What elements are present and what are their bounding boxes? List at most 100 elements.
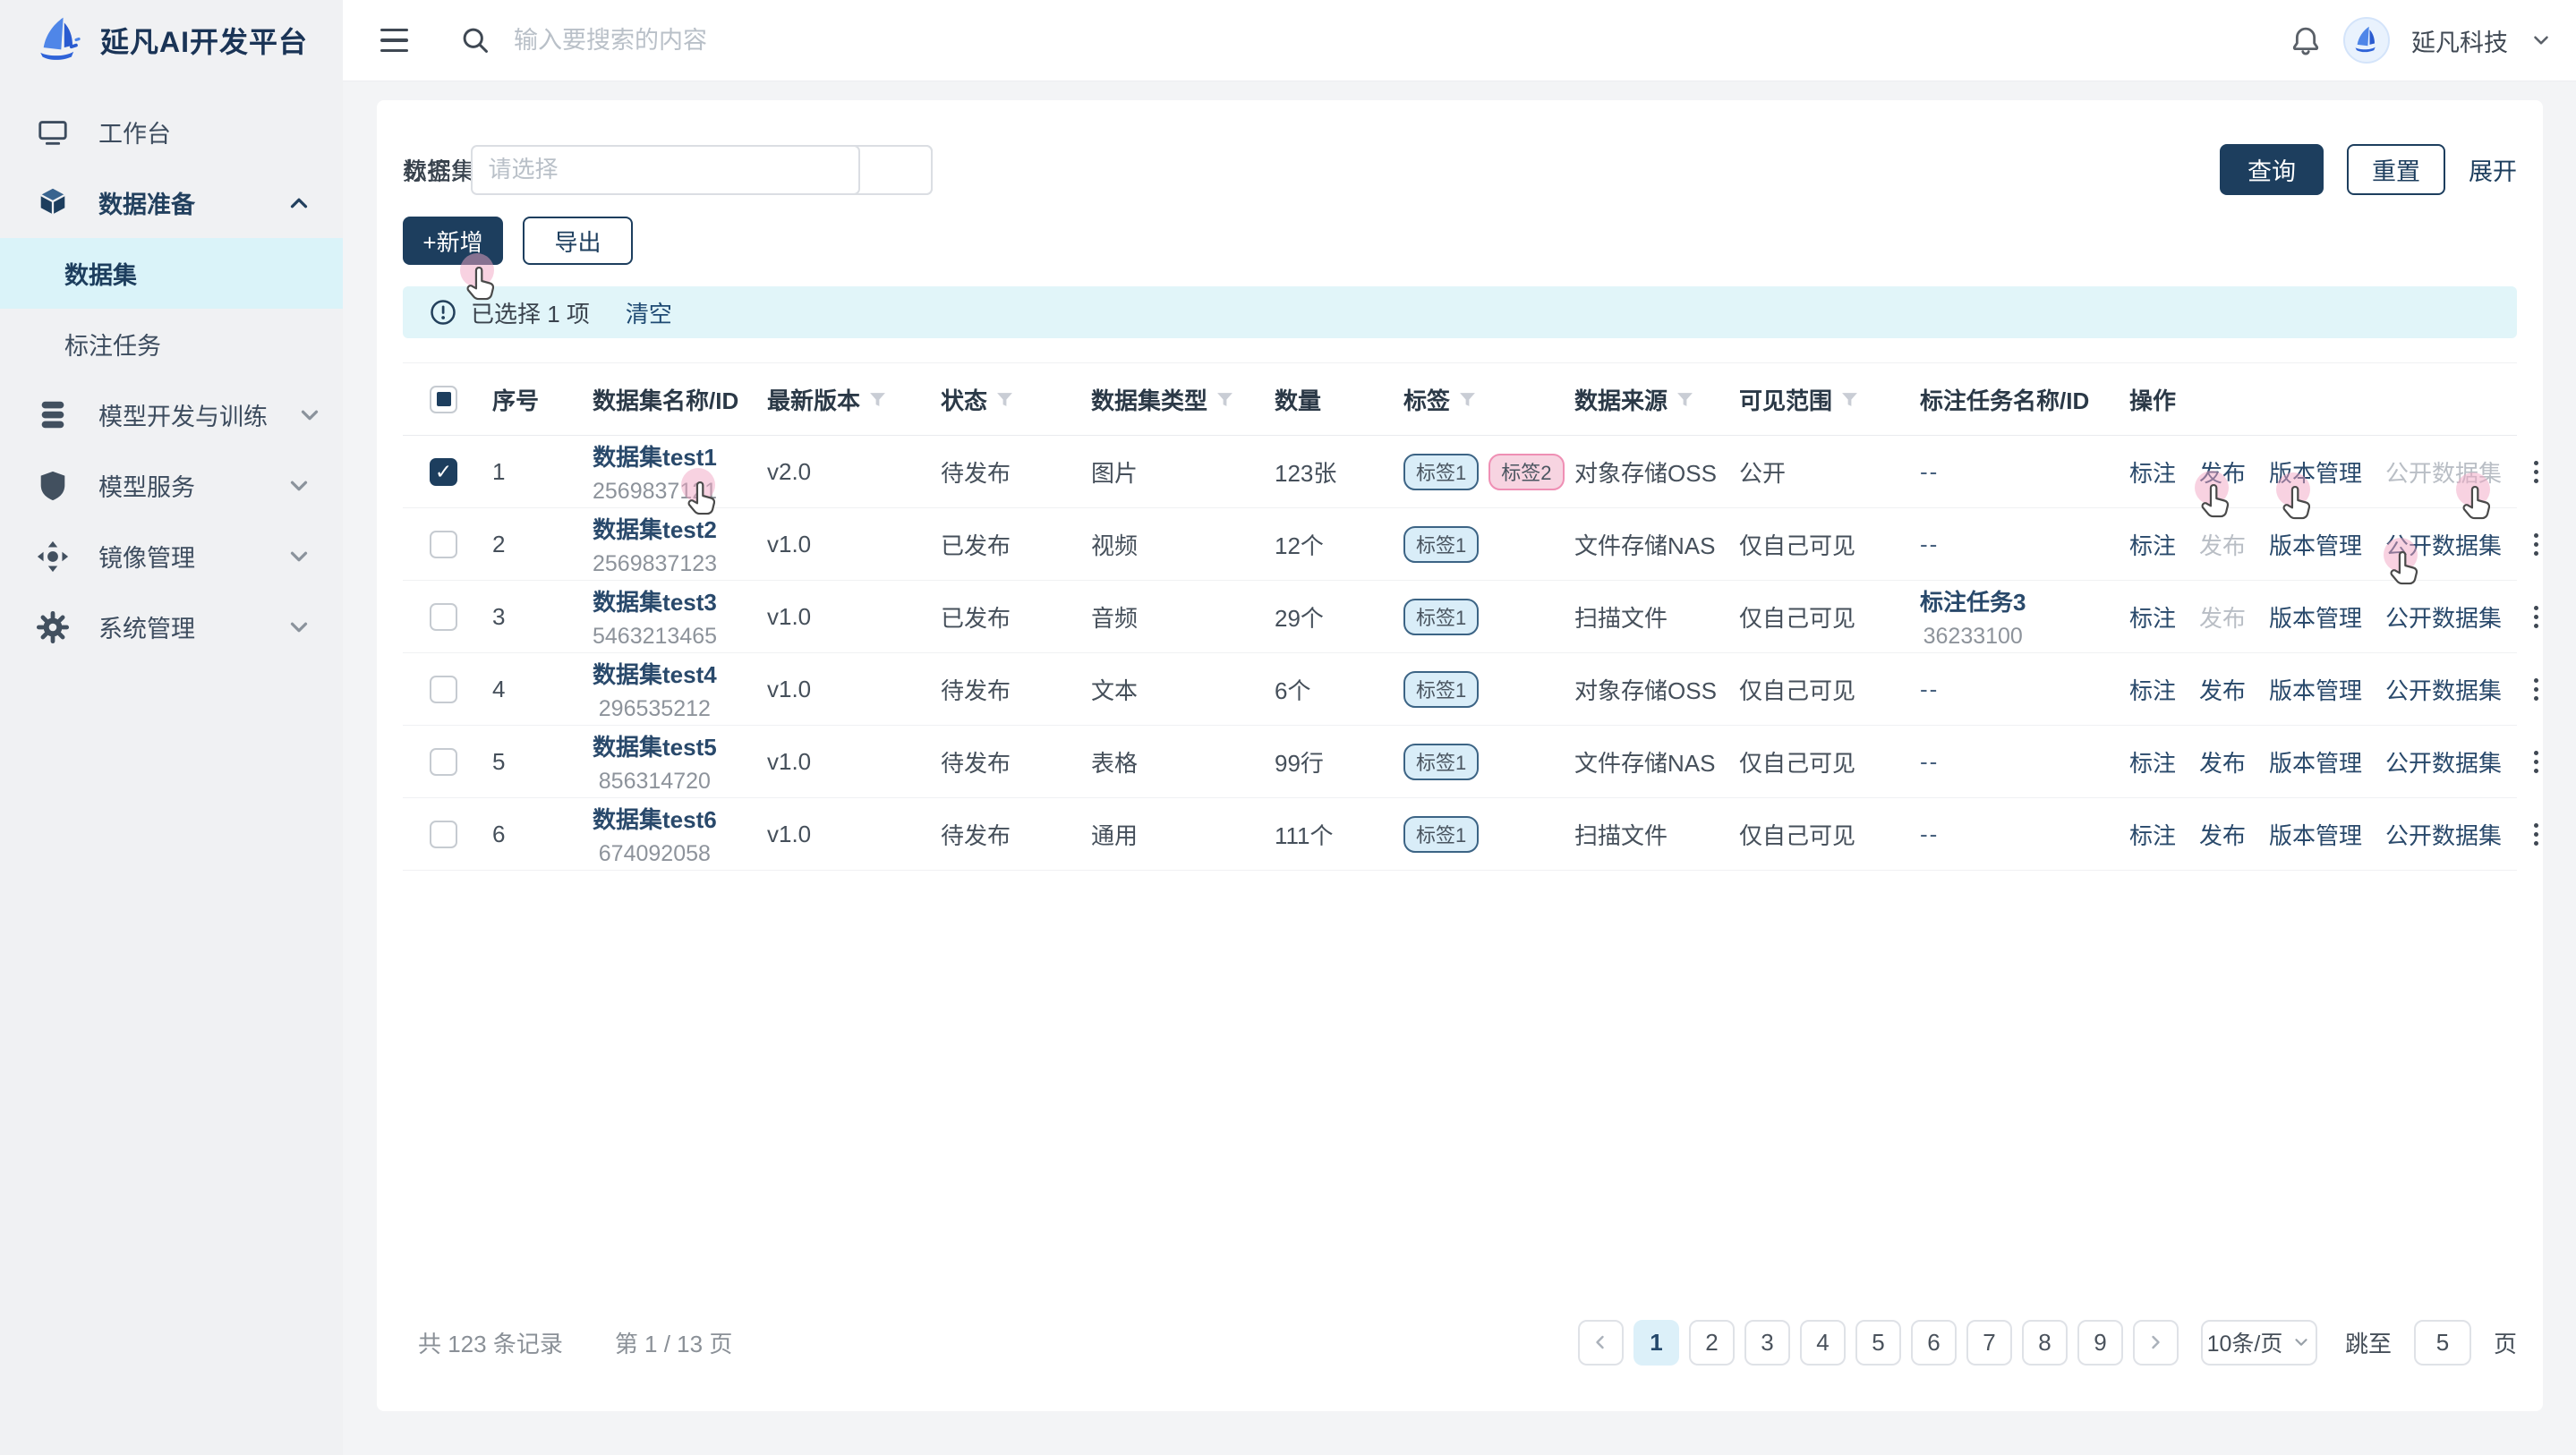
row-checkbox[interactable] <box>430 531 457 558</box>
select-all-checkbox[interactable] <box>430 386 457 413</box>
action-link[interactable]: 版本管理 <box>2269 528 2362 561</box>
user-avatar[interactable] <box>2343 17 2390 64</box>
page-button-9[interactable]: 9 <box>2077 1320 2123 1366</box>
table-row: 5数据集test5856314720v1.0待发布表格99行标签1文件存储NAS… <box>403 726 2517 798</box>
reset-button[interactable]: 重置 <box>2347 144 2445 195</box>
query-button[interactable]: 查询 <box>2220 144 2324 195</box>
action-link[interactable]: 公开数据集 <box>2385 528 2502 561</box>
page-button-8[interactable]: 8 <box>2022 1320 2068 1366</box>
version-cell: v1.0 <box>767 821 941 848</box>
dataset-name-link[interactable]: 数据集test5 <box>593 729 717 762</box>
sidebar-item-datasets[interactable]: 数据集 <box>0 238 343 309</box>
action-link[interactable]: 公开数据集 <box>2385 818 2502 851</box>
page-button-1[interactable]: 1 <box>1633 1320 1679 1366</box>
action-link[interactable]: 版本管理 <box>2269 745 2362 779</box>
sidebar-item-data-prep[interactable]: 数据准备 <box>0 167 343 238</box>
search-icon <box>460 25 490 55</box>
more-actions-icon[interactable] <box>2530 675 2542 704</box>
next-page-button[interactable] <box>2133 1320 2179 1366</box>
global-search-input[interactable] <box>512 26 1142 55</box>
notification-bell-icon[interactable] <box>2290 24 2322 56</box>
chevron-down-icon <box>286 614 312 641</box>
more-actions-icon[interactable] <box>2530 457 2542 487</box>
sidebar-item-model-service[interactable]: 模型服务 <box>0 450 343 521</box>
sidebar-subitem-label: 数据集 <box>64 256 137 291</box>
dataset-name-link[interactable]: 数据集test2 <box>593 512 717 545</box>
page-button-7[interactable]: 7 <box>1966 1320 2012 1366</box>
action-link[interactable]: 发布 <box>2199 818 2246 851</box>
action-link[interactable]: 发布 <box>2199 673 2246 706</box>
action-link[interactable]: 发布 <box>2199 745 2246 779</box>
page-size-select[interactable]: 10条/页 <box>2201 1320 2317 1366</box>
action-link[interactable]: 版本管理 <box>2269 673 2362 706</box>
filter-funnel-icon[interactable] <box>1458 390 1477 409</box>
page-button-4[interactable]: 4 <box>1800 1320 1846 1366</box>
dataset-name-link[interactable]: 数据集test6 <box>593 802 717 835</box>
sidebar-item-model-training[interactable]: 模型开发与训练 <box>0 379 343 450</box>
sidebar-item-annotation-tasks[interactable]: 标注任务 <box>0 309 343 379</box>
action-link[interactable]: 公开数据集 <box>2385 745 2502 779</box>
row-checkbox[interactable] <box>430 603 457 631</box>
filter-funnel-icon[interactable] <box>1215 390 1234 409</box>
row-checkbox[interactable] <box>430 676 457 703</box>
quantity-cell: 6个 <box>1275 673 1403 706</box>
filter-funnel-icon[interactable] <box>868 390 887 409</box>
table-footer: 共 123 条记录 第 1 / 13 页 12345678910条/页跳至页 <box>403 1317 2517 1367</box>
sidebar-item-system-settings[interactable]: 系统管理 <box>0 591 343 662</box>
filter-funnel-icon[interactable] <box>1676 390 1694 409</box>
action-link[interactable]: 标注 <box>2129 818 2176 851</box>
action-link[interactable]: 标注 <box>2129 600 2176 634</box>
user-name[interactable]: 延凡科技 <box>2411 23 2508 58</box>
row-checkbox[interactable] <box>430 748 457 776</box>
page-button-6[interactable]: 6 <box>1911 1320 1957 1366</box>
action-link[interactable]: 标注 <box>2129 455 2176 489</box>
more-actions-icon[interactable] <box>2530 820 2542 849</box>
action-link[interactable]: 标注 <box>2129 745 2176 779</box>
filter-funnel-icon[interactable] <box>1840 390 1859 409</box>
action-link[interactable]: 版本管理 <box>2269 600 2362 634</box>
annotation-task-cell: -- <box>1920 748 2129 776</box>
filter-label: 标签: <box>403 152 458 187</box>
tag-badge: 标签1 <box>1403 454 1479 490</box>
sidebar-item-image-registry[interactable]: 镜像管理 <box>0 521 343 591</box>
export-button[interactable]: 导出 <box>523 217 633 265</box>
action-link[interactable]: 标注 <box>2129 673 2176 706</box>
status-cell: 待发布 <box>941 745 1091 779</box>
page-button-2[interactable]: 2 <box>1689 1320 1735 1366</box>
row-checkbox[interactable] <box>430 821 457 848</box>
clear-selection-link[interactable]: 清空 <box>626 296 672 329</box>
dataset-id: 2569837123 <box>593 551 717 577</box>
dataset-name-wrap: 数据集test6674092058 <box>593 802 717 867</box>
page-button-3[interactable]: 3 <box>1744 1320 1790 1366</box>
page-button-5[interactable]: 5 <box>1855 1320 1901 1366</box>
dataset-name-link[interactable]: 数据集test4 <box>593 657 717 690</box>
action-link[interactable]: 发布 <box>2199 455 2246 489</box>
tag-select[interactable] <box>471 145 860 195</box>
row-checkbox[interactable] <box>430 458 457 486</box>
quantity: 123张 <box>1275 455 1336 489</box>
chevron-up-icon <box>286 190 312 217</box>
row-index: 3 <box>492 603 505 631</box>
dataset-name-link[interactable]: 数据集test3 <box>593 584 717 617</box>
more-actions-icon[interactable] <box>2530 747 2542 777</box>
menu-toggle-icon[interactable] <box>380 29 408 53</box>
add-button[interactable]: +新增 <box>403 217 503 265</box>
sidebar-item-workbench[interactable]: 工作台 <box>0 97 343 167</box>
filter-funnel-icon[interactable] <box>995 390 1014 409</box>
more-actions-icon[interactable] <box>2530 530 2542 559</box>
jump-page-input[interactable] <box>2414 1320 2471 1366</box>
action-link[interactable]: 版本管理 <box>2269 818 2362 851</box>
expand-filters-link[interactable]: 展开 <box>2469 152 2517 187</box>
data-source-cell: 扫描文件 <box>1574 818 1739 851</box>
sidebar-subitem-label: 标注任务 <box>64 327 161 362</box>
action-link[interactable]: 公开数据集 <box>2385 673 2502 706</box>
user-menu-chevron-down-icon[interactable] <box>2529 29 2553 52</box>
action-link[interactable]: 版本管理 <box>2269 455 2362 489</box>
quantity: 12个 <box>1275 528 1324 561</box>
dataset-name-link[interactable]: 数据集test1 <box>593 439 717 472</box>
status: 待发布 <box>941 455 1011 489</box>
more-actions-icon[interactable] <box>2530 602 2542 632</box>
task-name-link[interactable]: 标注任务3 <box>1920 584 2026 617</box>
action-link[interactable]: 公开数据集 <box>2385 600 2502 634</box>
action-link[interactable]: 标注 <box>2129 528 2176 561</box>
